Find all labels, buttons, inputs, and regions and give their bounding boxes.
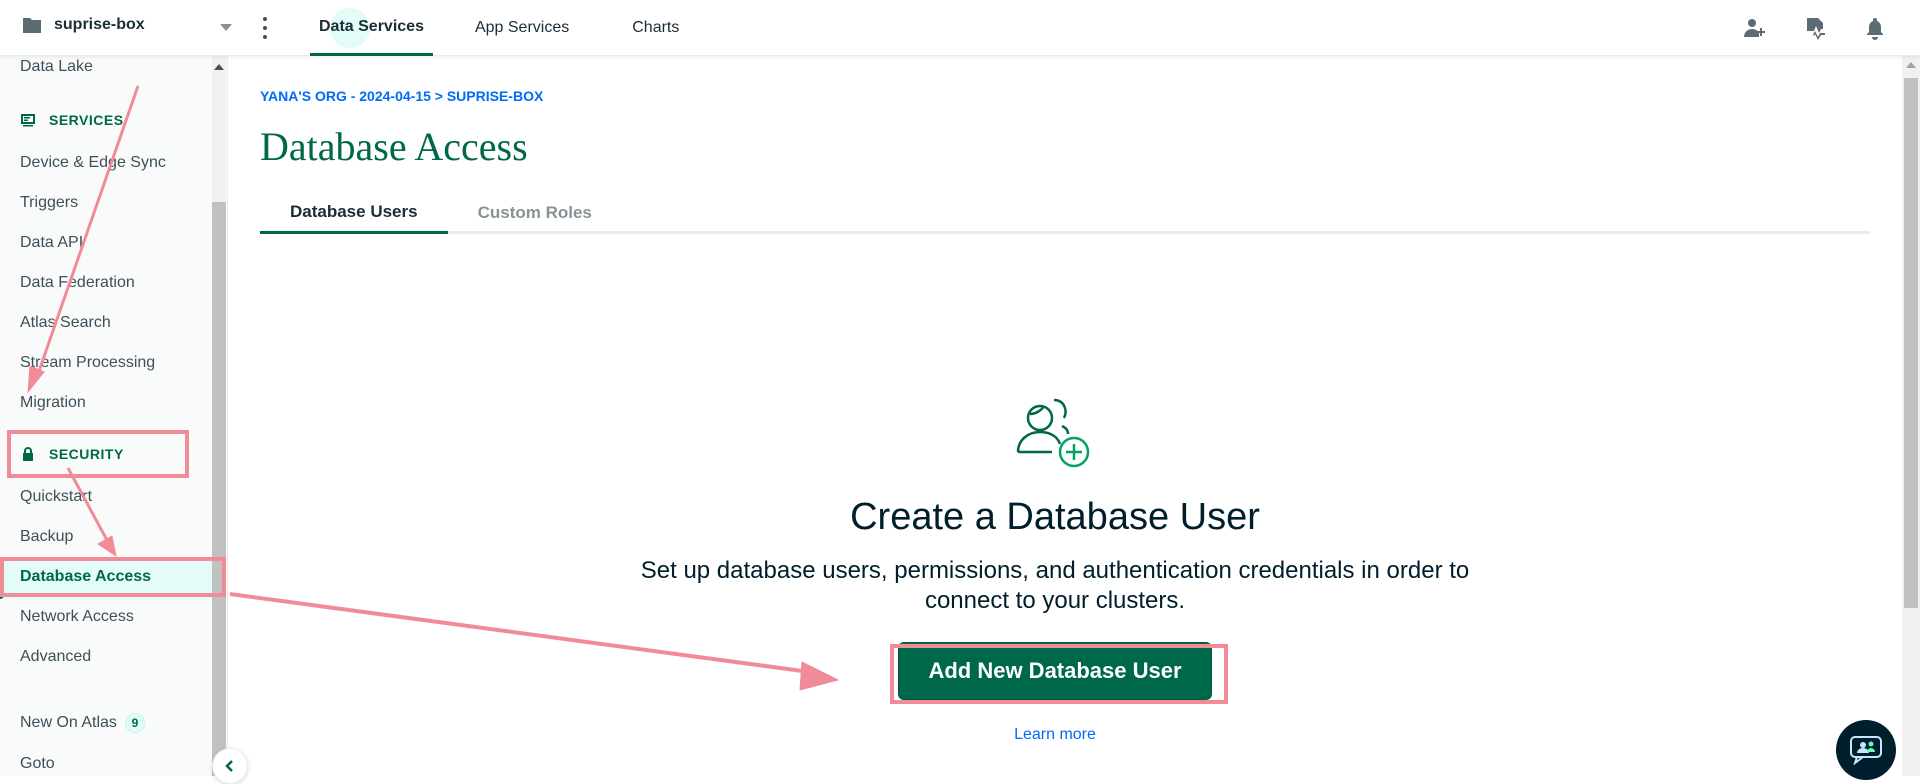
add-user-illustration-icon <box>1016 398 1090 468</box>
page-tabs: Database Users Custom Roles <box>260 192 1870 234</box>
sidebar-item-backup[interactable]: Backup <box>20 528 73 546</box>
project-selector[interactable]: suprise-box <box>22 16 145 34</box>
page-title: Database Access <box>260 124 528 169</box>
services-heading: SERVICES <box>49 112 124 128</box>
sidebar-item-data-federation[interactable]: Data Federation <box>20 274 135 292</box>
project-name: suprise-box <box>54 16 145 33</box>
sidebar-scrollbar[interactable] <box>212 56 226 776</box>
sidebar-section-services: SERVICES <box>20 112 124 128</box>
new-on-atlas-count-badge: 9 <box>124 713 145 733</box>
tab-app-services[interactable]: App Services <box>466 0 578 56</box>
sidebar-item-database-access[interactable]: Database Access <box>20 568 151 586</box>
sidebar-item-data-api[interactable]: Data API <box>20 234 83 252</box>
more-options-icon[interactable] <box>262 17 268 39</box>
sidebar-item-new-on-atlas[interactable]: New On Atlas 9 <box>20 713 145 733</box>
sidebar-section-security: SECURITY <box>20 446 124 462</box>
tab-database-users[interactable]: Database Users <box>260 192 448 234</box>
empty-state-title: Create a Database User <box>850 496 1260 538</box>
new-on-atlas-label: New On Atlas <box>20 714 117 731</box>
product-tabs: Data Services App Services Charts <box>310 0 721 56</box>
sidebar-scrollbar-thumb[interactable] <box>212 202 226 776</box>
chevron-down-icon[interactable] <box>220 24 232 31</box>
sidebar-item-triggers[interactable]: Triggers <box>20 194 78 212</box>
sidebar-item-quickstart[interactable]: Quickstart <box>20 488 92 506</box>
main-scroll-up-arrow-icon[interactable] <box>1906 62 1916 68</box>
sidebar-item-data-lake[interactable]: Data Lake <box>20 58 93 76</box>
sidebar-item-network-access[interactable]: Network Access <box>20 608 134 626</box>
invite-user-icon[interactable] <box>1740 13 1770 43</box>
sidebar-item-stream-processing[interactable]: Stream Processing <box>20 354 155 372</box>
lock-icon <box>23 447 33 461</box>
add-new-database-user-button[interactable]: Add New Database User <box>898 642 1212 700</box>
breadcrumb[interactable]: YANA'S ORG - 2024-04-15 > SUPRISE-BOX <box>260 88 543 104</box>
empty-state-description-line-1: Set up database users, permissions, and … <box>640 557 1470 584</box>
main-scrollbar[interactable] <box>1902 56 1920 776</box>
learn-more-link[interactable]: Learn more <box>228 726 1882 744</box>
sidebar-item-atlas-search[interactable]: Atlas Search <box>20 314 111 332</box>
chat-icon <box>1850 736 1882 765</box>
activity-feed-icon[interactable] <box>1800 13 1830 43</box>
notification-bell-icon[interactable] <box>1860 13 1890 43</box>
main-content: YANA'S ORG - 2024-04-15 > SUPRISE-BOX Da… <box>228 56 1902 776</box>
top-nav-bar: suprise-box Data Services App Services C… <box>0 0 1920 56</box>
tab-data-services[interactable]: Data Services <box>310 0 433 56</box>
sidebar-item-advanced[interactable]: Advanced <box>20 648 91 666</box>
tab-charts[interactable]: Charts <box>623 0 688 56</box>
sidebar-item-device-edge-sync[interactable]: Device & Edge Sync <box>20 154 166 172</box>
security-heading: SECURITY <box>49 446 124 462</box>
scroll-up-arrow-icon[interactable] <box>214 64 224 70</box>
tab-custom-roles[interactable]: Custom Roles <box>448 192 622 234</box>
sidebar-item-goto[interactable]: Goto <box>20 755 55 773</box>
empty-state-description-line-2: connect to your clusters. <box>924 587 1186 614</box>
main-scrollbar-thumb[interactable] <box>1904 78 1918 608</box>
top-right-actions <box>1740 0 1920 56</box>
services-icon <box>21 114 35 127</box>
sidebar-item-migration[interactable]: Migration <box>20 394 86 412</box>
empty-state-description: Set up database users, permissions, and … <box>228 556 1882 616</box>
chat-support-button[interactable] <box>1836 720 1896 780</box>
folder-icon <box>23 18 41 33</box>
